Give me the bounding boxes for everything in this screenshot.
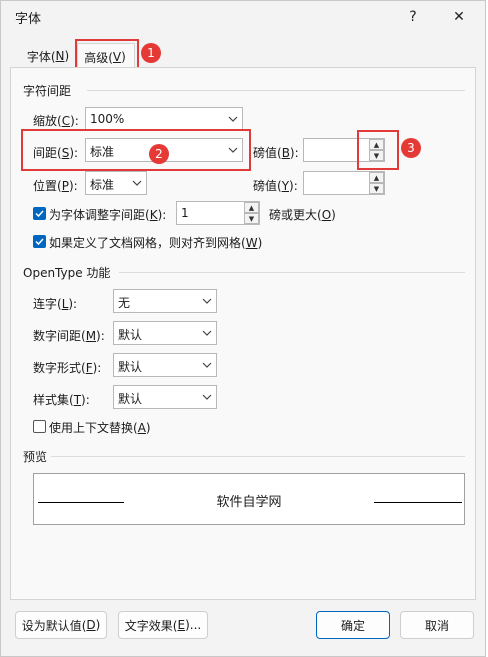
close-icon: ✕ bbox=[453, 9, 465, 25]
window-title: 字体 bbox=[15, 12, 42, 27]
separator bbox=[51, 456, 465, 457]
group-character-spacing: 字符间距 bbox=[23, 84, 72, 98]
annotation-box-2 bbox=[21, 129, 251, 171]
group-opentype: OpenType 功能 bbox=[23, 266, 111, 280]
caret-up-icon: ▲ bbox=[248, 203, 255, 212]
group-preview: 预览 bbox=[23, 450, 48, 464]
snap-to-grid-label: 如果定义了文档网格，则对齐到网格(W) bbox=[49, 236, 263, 250]
number-forms-combo[interactable]: 默认 bbox=[113, 353, 217, 377]
scale-label: 缩放(C): bbox=[33, 114, 79, 128]
help-button[interactable]: ? bbox=[393, 3, 433, 31]
separator bbox=[119, 272, 465, 273]
preview-line-right bbox=[374, 502, 462, 503]
ligatures-label: 连字(L): bbox=[33, 297, 78, 311]
kerning-up-button[interactable]: ▲ bbox=[244, 202, 259, 213]
help-icon: ? bbox=[409, 9, 417, 25]
contextual-alternates-checkbox[interactable] bbox=[33, 420, 46, 433]
caret-down-icon: ▼ bbox=[248, 214, 255, 223]
annotation-box-1 bbox=[75, 39, 139, 70]
close-button[interactable]: ✕ bbox=[439, 3, 479, 31]
position-by-label: 磅值(Y): bbox=[253, 179, 298, 193]
snap-to-grid-checkbox[interactable] bbox=[33, 235, 46, 248]
position-up-button[interactable]: ▲ bbox=[369, 172, 384, 183]
caret-up-icon: ▲ bbox=[373, 173, 380, 182]
chevron-down-icon bbox=[128, 172, 146, 194]
position-combo[interactable]: 标准 bbox=[85, 171, 147, 195]
font-dialog: 字体 ? ✕ 字体(N) 高级(V) 1 字符间距 缩放(C): 100% 间距… bbox=[0, 0, 486, 657]
annotation-badge-2: 2 bbox=[149, 144, 169, 164]
position-down-button[interactable]: ▼ bbox=[369, 183, 384, 194]
number-forms-label: 数字形式(F): bbox=[33, 361, 102, 375]
checkmark-icon bbox=[35, 238, 44, 245]
separator bbox=[87, 90, 465, 91]
chevron-down-icon bbox=[198, 290, 216, 312]
kerning-label: 为字体调整字间距(K): bbox=[49, 208, 167, 222]
preview-box: 软件自学网 bbox=[33, 473, 465, 525]
position-label: 位置(P): bbox=[33, 179, 78, 193]
chevron-down-icon bbox=[198, 322, 216, 344]
number-spacing-combo[interactable]: 默认 bbox=[113, 321, 217, 345]
spacing-by-label: 磅值(B): bbox=[253, 146, 299, 160]
chevron-down-icon bbox=[198, 354, 216, 376]
annotation-badge-3: 3 bbox=[401, 138, 421, 158]
cancel-button[interactable]: 取消 bbox=[400, 611, 474, 639]
tab-font[interactable]: 字体(N) bbox=[23, 45, 73, 67]
kerning-checkbox[interactable] bbox=[33, 207, 46, 220]
kerning-down-button[interactable]: ▼ bbox=[244, 213, 259, 224]
caret-down-icon: ▼ bbox=[373, 184, 380, 193]
scale-combo[interactable]: 100% bbox=[85, 107, 243, 131]
stylistic-sets-label: 样式集(T): bbox=[33, 393, 90, 407]
checkmark-icon bbox=[35, 210, 44, 217]
title-bar: 字体 ? ✕ bbox=[1, 1, 485, 33]
text-effects-button[interactable]: 文字效果(E)... bbox=[118, 611, 208, 639]
kerning-after-label: 磅或更大(O) bbox=[269, 208, 336, 222]
preview-sample-text: 软件自学网 bbox=[216, 495, 282, 510]
stylistic-sets-combo[interactable]: 默认 bbox=[113, 385, 217, 409]
number-spacing-label: 数字间距(M): bbox=[33, 329, 105, 343]
ok-button[interactable]: 确定 bbox=[316, 611, 390, 639]
set-default-button[interactable]: 设为默认值(D) bbox=[15, 611, 107, 639]
ligatures-combo[interactable]: 无 bbox=[113, 289, 217, 313]
annotation-box-3 bbox=[357, 130, 399, 170]
chevron-down-icon bbox=[224, 108, 242, 130]
contextual-alternates-label: 使用上下文替换(A) bbox=[49, 421, 151, 435]
annotation-badge-1: 1 bbox=[141, 43, 161, 63]
chevron-down-icon bbox=[198, 386, 216, 408]
